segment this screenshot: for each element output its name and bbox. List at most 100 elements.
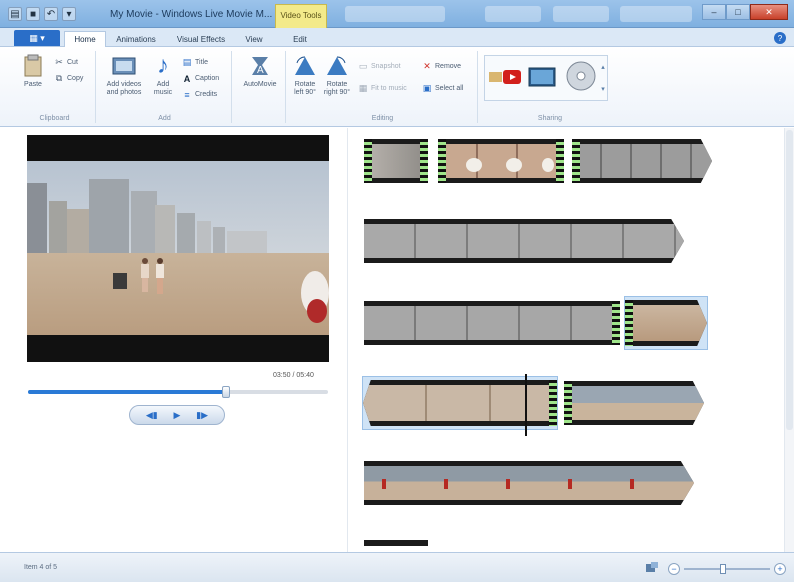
select-all-button[interactable]: ▣ Select all [422,83,464,94]
youtube-icon [489,70,521,84]
video-preview[interactable] [27,135,329,362]
paste-label: Paste [24,81,42,88]
storyboard-clip[interactable] [364,216,684,266]
undo-icon[interactable]: ↶ [44,7,58,21]
add-videos-photos-button[interactable]: Add videos and photos [100,53,148,97]
credits-button[interactable]: ≡ Credits [182,89,217,100]
previous-frame-button[interactable]: ◀▮ [146,410,158,421]
storyboard-clip-selected[interactable] [362,376,558,430]
titlebar-decoration [620,6,692,22]
automovie-label: AutoMovie [243,81,277,88]
thumbnail-size-icon[interactable] [645,561,659,575]
storyboard-clip[interactable] [364,136,428,186]
tab-animations[interactable]: Animations [108,31,164,47]
playback-time: 03:50 / 05:40 [273,372,314,379]
gallery-up-icon[interactable]: ▴ [601,63,605,71]
seek-thumb[interactable] [222,386,230,398]
tab-home[interactable]: Home [64,31,106,47]
paste-button[interactable]: Paste [20,53,46,89]
remove-icon: ✕ [423,61,431,71]
rotate-right-icon [324,53,350,79]
rotate-right-label: Rotate right 90° [323,81,351,96]
seek-progress [28,390,226,394]
maximize-button[interactable]: □ [726,4,750,20]
select-all-icon: ▣ [422,83,432,93]
fit-to-music-icon: ▦ [358,83,368,93]
tab-visual-effects[interactable]: Visual Effects [168,31,234,47]
storyboard-clip[interactable] [364,538,428,548]
scrollbar-thumb[interactable] [786,130,793,430]
remove-button[interactable]: ✕ Remove [422,61,461,72]
credits-icon: ≡ [184,89,190,100]
title-label: Title [195,59,208,66]
add-group-label: Add [158,115,171,122]
main-area: 03:50 / 05:40 ◀▮ ▶ ▮▶ [0,128,794,552]
tab-edit[interactable]: Edit [280,31,320,47]
storyboard-clip[interactable] [572,136,712,186]
caption-icon: A [183,73,191,84]
clipboard-group: Paste ✂ Cut ⧉ Copy Clipboard [14,51,96,123]
qat-dropdown-icon[interactable]: ▾ [62,7,76,21]
zoom-slider[interactable]: − + [668,563,786,575]
next-frame-button[interactable]: ▮▶ [196,410,208,421]
clip-figures [466,158,554,172]
add-music-button[interactable]: ♪ Add music [150,52,176,97]
status-item-count: Item 4 of 5 [24,564,58,571]
storyboard-clip-selected[interactable] [624,296,708,350]
storyboard-clip[interactable] [438,136,564,186]
rotate-right-button[interactable]: Rotate right 90° [322,53,352,97]
storyboard-clip[interactable] [364,458,694,508]
tab-view[interactable]: View [236,31,272,47]
seek-bar[interactable] [28,386,328,398]
app-menu-icon[interactable]: ▤ [8,7,22,21]
zoom-thumb[interactable] [719,564,726,574]
zoom-track[interactable] [684,564,770,574]
play-button[interactable]: ▶ [174,410,181,421]
rotate-left-icon [292,53,318,79]
titlebar-decoration [345,6,445,22]
status-bar: Item 4 of 5 − + [0,552,794,582]
add-music-label: Add music [153,81,173,96]
file-menu-button[interactable]: ▦ ▾ [14,30,60,46]
quick-access-toolbar: ▤ ■ ↶ ▾ [8,7,76,21]
music-note-icon: ♪ [157,52,169,79]
help-icon[interactable]: ? [774,32,786,44]
snapshot-icon: ▭ [358,61,368,71]
caption-button[interactable]: A Caption [182,73,219,84]
automovie-button[interactable]: A AutoMovie [238,53,282,89]
close-button[interactable]: ✕ [750,4,788,20]
titlebar-decoration [485,6,541,22]
window-title: My Movie - Windows Live Movie M... [110,9,273,20]
monitor-icon [528,67,556,87]
storyboard-scrollbar[interactable] [784,128,794,552]
clip-figures [382,479,634,489]
copy-button[interactable]: ⧉ Copy [54,73,84,84]
burn-dvd-button[interactable] [527,64,557,90]
save-icon[interactable]: ■ [26,7,40,21]
gallery-down-icon[interactable]: ▾ [601,85,605,93]
cut-button[interactable]: ✂ Cut [54,57,78,68]
gallery-scroll[interactable]: ▴ ▾ [599,56,607,100]
add-videos-label: Add videos and photos [106,81,142,96]
editing-group-label: Editing [371,115,394,122]
minimize-button[interactable]: – [702,4,726,20]
save-movie-button[interactable] [565,60,597,94]
clipboard-group-label: Clipboard [39,115,70,122]
storyboard-clip[interactable] [364,298,620,348]
remove-label: Remove [435,63,462,70]
storyboard-clip[interactable] [564,378,704,428]
snapshot-button[interactable]: ▭ Snapshot [358,61,401,72]
beach-scene-image [27,161,329,335]
youtube-share-button[interactable] [489,68,521,86]
svg-text:A: A [257,65,264,76]
fit-to-music-button[interactable]: ▦ Fit to music [358,83,407,94]
fit-to-music-label: Fit to music [371,85,407,92]
storyboard [352,128,782,552]
titlebar-decoration [553,6,609,22]
playback-indicator[interactable] [525,374,527,436]
zoom-out-button[interactable]: − [668,563,680,575]
zoom-in-button[interactable]: + [774,563,786,575]
add-group: Add videos and photos ♪ Add music ▤ Titl… [98,51,232,123]
title-button[interactable]: ▤ Title [182,57,208,68]
rotate-left-button[interactable]: Rotate left 90° [290,53,320,97]
